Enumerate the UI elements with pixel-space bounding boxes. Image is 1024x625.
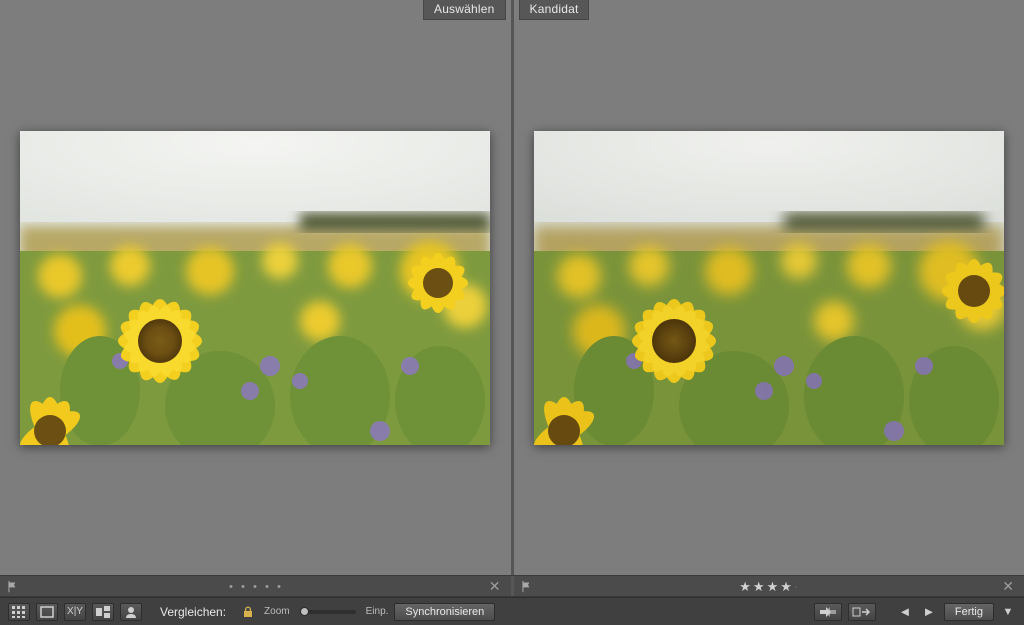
candidate-info-bar: ★★★★· ✕ <box>514 576 1024 596</box>
sync-button[interactable]: Synchronisieren <box>394 603 495 621</box>
people-view-icon[interactable] <box>120 603 142 621</box>
select-photo[interactable] <box>20 131 490 445</box>
next-photo-icon[interactable]: ► <box>920 603 938 621</box>
flag-icon[interactable] <box>6 580 19 593</box>
lock-icon[interactable] <box>242 606 254 618</box>
select-info-bar: ✕ <box>0 576 514 596</box>
candidate-pane-label: Kandidat <box>519 0 590 20</box>
toolbar: X|Y Vergleichen: Zoom Einp. Synchronisie… <box>0 597 1024 625</box>
fit-label: Einp. <box>366 606 389 617</box>
zoom-label: Zoom <box>264 606 290 617</box>
candidate-rating[interactable]: ★★★★· <box>739 580 798 593</box>
compare-view-icon[interactable]: X|Y <box>64 603 86 621</box>
close-candidate-icon[interactable]: ✕ <box>998 578 1018 595</box>
survey-view-icon[interactable] <box>92 603 114 621</box>
select-pane-label: Auswählen <box>423 0 506 20</box>
candidate-pane: Kandidat <box>514 0 1024 575</box>
select-pane: Auswählen <box>0 0 514 575</box>
loupe-view-icon[interactable] <box>36 603 58 621</box>
disclosure-icon[interactable]: ▼ <box>1000 604 1016 620</box>
candidate-photo[interactable] <box>534 131 1004 445</box>
compare-label: Vergleichen: <box>160 605 226 619</box>
select-rating[interactable] <box>230 585 281 588</box>
close-select-icon[interactable]: ✕ <box>485 578 505 595</box>
prev-photo-icon[interactable]: ◄ <box>896 603 914 621</box>
grid-view-icon[interactable] <box>8 603 30 621</box>
make-select-icon[interactable] <box>848 603 876 621</box>
zoom-slider[interactable] <box>300 610 356 614</box>
swap-icon[interactable] <box>814 603 842 621</box>
done-button[interactable]: Fertig <box>944 603 994 621</box>
flag-icon[interactable] <box>520 580 533 593</box>
